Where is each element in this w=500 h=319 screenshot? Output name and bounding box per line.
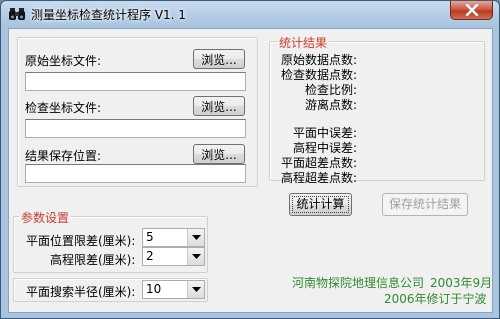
- save-location-label: 结果保存位置:: [25, 149, 102, 163]
- compute-button[interactable]: 统计计算: [289, 193, 352, 216]
- close-icon: [465, 4, 479, 16]
- result-row-label: 游离点数:: [304, 98, 357, 112]
- height-tolerance-select[interactable]: 2: [142, 247, 205, 266]
- save-results-button[interactable]: 保存统计结果: [382, 193, 468, 216]
- height-tolerance-label: 高程限差(厘米):: [50, 253, 136, 267]
- compute-button-label: 统计计算: [296, 197, 345, 211]
- original-file-label: 原始坐标文件:: [25, 54, 102, 68]
- browse-check-button[interactable]: 浏览...: [193, 96, 245, 116]
- save-location-field[interactable]: [25, 164, 246, 183]
- footer-revision: 2006年修订于宁波: [384, 292, 487, 306]
- dropdown-arrow-icon[interactable]: [187, 248, 204, 265]
- footer-org: 河南物探院地理信息公司: [292, 276, 425, 290]
- dropdown-arrow-icon[interactable]: [187, 229, 204, 246]
- search-radius-value: 10: [146, 282, 162, 296]
- original-file-field[interactable]: [25, 72, 246, 91]
- browse-save-button[interactable]: 浏览...: [193, 144, 245, 164]
- params-legend: 参数设置: [19, 209, 72, 226]
- title-bar[interactable]: 测量坐标检查统计程序 V1. 1: [1, 1, 499, 27]
- close-button[interactable]: [450, 1, 493, 20]
- binoculars-icon: [9, 7, 25, 21]
- footer-year: 2003年9月: [430, 276, 493, 290]
- plane-tolerance-select[interactable]: 5: [142, 228, 205, 247]
- check-file-field[interactable]: [25, 119, 246, 138]
- browse-original-button[interactable]: 浏览...: [193, 49, 245, 69]
- dropdown-arrow-icon[interactable]: [187, 281, 204, 298]
- client-area: 原始坐标文件: 浏览... 检查坐标文件: 浏览... 结果保存位置: 浏览..…: [8, 28, 493, 313]
- plane-tolerance-label: 平面位置限差(厘米):: [26, 234, 136, 248]
- result-row-label: 高程超差点数:: [280, 171, 357, 185]
- height-tolerance-value: 2: [146, 249, 154, 263]
- check-file-label: 检查坐标文件:: [25, 101, 102, 115]
- results-legend: 统计结果: [277, 34, 330, 51]
- search-radius-select[interactable]: 10: [142, 280, 205, 299]
- window-title: 测量坐标检查统计程序 V1. 1: [31, 8, 186, 22]
- search-radius-label: 平面搜索半径(厘米):: [26, 285, 136, 299]
- plane-tolerance-value: 5: [146, 230, 154, 244]
- app-window: 测量坐标检查统计程序 V1. 1 原始坐标文件: 浏览... 检查坐标文件: 浏…: [0, 0, 500, 319]
